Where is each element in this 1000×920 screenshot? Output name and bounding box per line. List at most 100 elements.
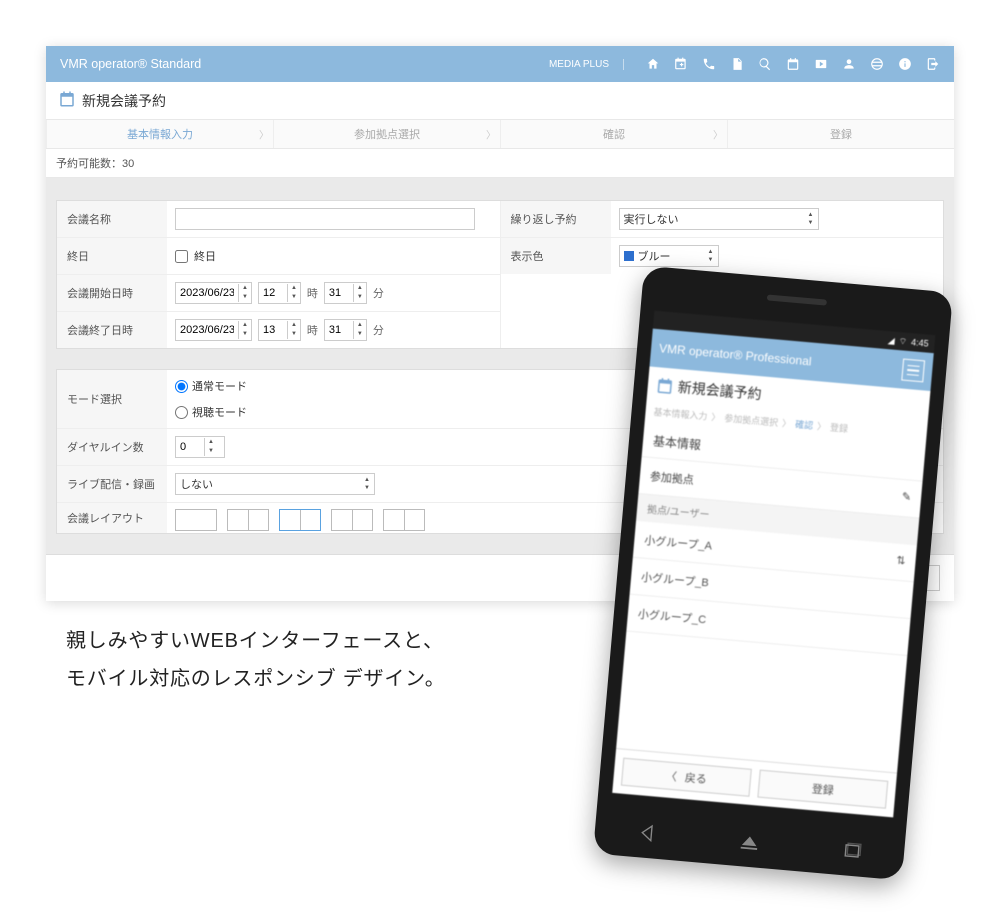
mobile-step-2[interactable]: 参加拠点選択 xyxy=(724,411,779,429)
up-icon[interactable]: ▲ xyxy=(364,476,370,484)
step-register[interactable]: 登録 xyxy=(727,120,954,148)
layout-4[interactable] xyxy=(331,509,373,531)
end-date-input[interactable] xyxy=(176,320,238,340)
start-hour-spinner[interactable]: ▲▼ xyxy=(258,282,301,304)
up-icon[interactable]: ▲ xyxy=(239,321,251,330)
mobile-section2-label: 参加拠点 xyxy=(649,468,694,488)
mode-view-radio[interactable]: 視聴モード xyxy=(175,404,247,420)
mobile-step-3[interactable]: 確認 xyxy=(795,417,814,432)
down-icon[interactable]: ▼ xyxy=(288,293,300,302)
up-icon[interactable]: ▲ xyxy=(354,284,366,293)
step-confirm[interactable]: 確認〉 xyxy=(500,120,727,148)
list-item-label: 小グループ_A xyxy=(644,532,713,554)
home-icon[interactable] xyxy=(646,57,660,71)
menu-icon[interactable] xyxy=(901,359,925,383)
mode-normal-radio[interactable]: 通常モード xyxy=(175,378,247,394)
android-nav-buttons xyxy=(594,818,905,867)
all-day-checkbox[interactable] xyxy=(175,250,188,263)
step-label: 参加拠点選択 xyxy=(354,129,420,141)
up-icon[interactable]: ▲ xyxy=(708,248,714,256)
chevron-right-icon: 〉 xyxy=(817,419,827,433)
layout-3[interactable] xyxy=(279,509,321,531)
globe-icon[interactable] xyxy=(870,57,884,71)
repeat-value: 実行しない xyxy=(624,211,679,227)
chevron-right-icon: 〉 xyxy=(486,127,496,142)
wifi-icon: ⌔ xyxy=(898,336,907,348)
home-icon[interactable] xyxy=(738,830,762,854)
down-icon[interactable]: ▼ xyxy=(239,330,251,339)
down-icon[interactable]: ▼ xyxy=(205,447,217,456)
end-date-spinner[interactable]: ▲▼ xyxy=(175,319,252,341)
label-end-time: 会議終了日時 xyxy=(57,312,167,348)
layout-1[interactable] xyxy=(175,509,217,531)
start-date-input[interactable] xyxy=(176,283,238,303)
layout-5[interactable] xyxy=(383,509,425,531)
end-hour-input[interactable] xyxy=(259,320,287,340)
recents-icon[interactable] xyxy=(840,839,864,863)
up-icon[interactable]: ▲ xyxy=(288,321,300,330)
down-icon[interactable]: ▼ xyxy=(239,293,251,302)
color-select[interactable]: ブルー ▲▼ xyxy=(619,245,719,267)
mobile-step-1[interactable]: 基本情報入力 xyxy=(653,405,708,423)
label-color: 表示色 xyxy=(501,238,611,274)
step-basic[interactable]: 基本情報入力〉 xyxy=(46,120,273,148)
dialin-spinner[interactable]: ▲▼ xyxy=(175,436,225,458)
calendar-plus-icon[interactable] xyxy=(674,57,688,71)
chevron-right-icon: 〉 xyxy=(713,127,723,142)
edit-icon[interactable]: ✎ xyxy=(901,490,912,507)
mobile-step-4[interactable]: 登録 xyxy=(829,420,848,435)
live-select[interactable]: しない ▲▼ xyxy=(175,473,375,495)
up-icon[interactable]: ▲ xyxy=(354,321,366,330)
down-icon[interactable]: ▼ xyxy=(364,484,370,492)
search-icon[interactable] xyxy=(758,57,772,71)
mode-opt2-label: 視聴モード xyxy=(192,404,247,420)
meeting-name-input[interactable] xyxy=(175,208,475,230)
live-value: しない xyxy=(180,476,213,492)
updown-icon[interactable]: ⇅ xyxy=(896,554,907,571)
document-icon[interactable] xyxy=(730,57,744,71)
form-col-left: 会議名称 終日 終日 会議開始日時 ▲▼ ▲▼ 時 ▲▼ 分 xyxy=(57,201,500,348)
titlebar: VMR operator® Standard MEDIA PLUS xyxy=(46,46,954,82)
layout-2[interactable] xyxy=(227,509,269,531)
phone-speaker xyxy=(767,294,827,305)
back-icon[interactable] xyxy=(635,821,659,845)
start-min-spinner[interactable]: ▲▼ xyxy=(324,282,367,304)
signal-icon: ◢ xyxy=(887,335,895,347)
video-icon[interactable] xyxy=(814,57,828,71)
info-icon[interactable] xyxy=(898,57,912,71)
stepper: 基本情報入力〉 参加拠点選択 〉 確認〉 登録 xyxy=(46,120,954,149)
end-min-spinner[interactable]: ▲▼ xyxy=(324,319,367,341)
down-icon[interactable]: ▼ xyxy=(808,219,814,227)
label-dialin: ダイヤルイン数 xyxy=(57,429,167,465)
down-icon[interactable]: ▼ xyxy=(354,293,366,302)
down-icon[interactable]: ▼ xyxy=(354,330,366,339)
step-participants[interactable]: 参加拠点選択 〉 xyxy=(273,120,500,148)
user-icon[interactable] xyxy=(842,57,856,71)
calendar-icon[interactable] xyxy=(786,57,800,71)
up-icon[interactable]: ▲ xyxy=(808,211,814,219)
mode-opt1-label: 通常モード xyxy=(192,378,247,394)
phone-icon[interactable] xyxy=(702,57,716,71)
dialin-input[interactable] xyxy=(176,437,204,457)
end-min-input[interactable] xyxy=(325,320,353,340)
end-hour-spinner[interactable]: ▲▼ xyxy=(258,319,301,341)
start-min-input[interactable] xyxy=(325,283,353,303)
caption-line-2: モバイル対応のレスポンシブ デザイン。 xyxy=(66,660,586,698)
mobile-footer: 〈戻る 登録 xyxy=(612,748,897,817)
down-icon[interactable]: ▼ xyxy=(288,330,300,339)
label-layout: 会議レイアウト xyxy=(57,503,167,533)
color-value: ブルー xyxy=(638,248,671,264)
list-item-label: 小グループ_C xyxy=(637,605,707,627)
mobile-register-button -button[interactable]: 登録 xyxy=(757,770,888,809)
up-icon[interactable]: ▲ xyxy=(205,438,217,447)
titlebar-actions: MEDIA PLUS xyxy=(549,57,940,71)
down-icon[interactable]: ▼ xyxy=(708,256,714,264)
repeat-select[interactable]: 実行しない ▲▼ xyxy=(619,208,819,230)
up-icon[interactable]: ▲ xyxy=(288,284,300,293)
label-meeting-name: 会議名称 xyxy=(57,201,167,237)
start-date-spinner[interactable]: ▲▼ xyxy=(175,282,252,304)
up-icon[interactable]: ▲ xyxy=(239,284,251,293)
mobile-back-button[interactable]: 〈戻る xyxy=(621,758,752,797)
start-hour-input[interactable] xyxy=(259,283,287,303)
logout-icon[interactable] xyxy=(926,57,940,71)
